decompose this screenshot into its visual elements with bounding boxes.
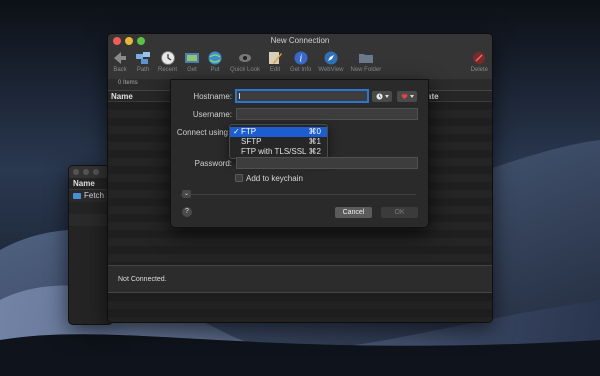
protocol-menu[interactable]: ✓ FTP ⌘0 SFTP ⌘1 FTP with TLS/SSL ⌘2 [229,124,328,159]
window-titlebar[interactable]: New Connection [108,34,492,48]
password-input[interactable] [236,157,418,169]
info-icon: i [294,51,308,65]
list-item-empty [69,214,112,226]
chevron-down-icon [384,95,389,98]
background-window-titlebar[interactable] [69,166,112,178]
recent-button[interactable]: Recent [158,50,177,73]
divider [180,194,416,195]
list-item[interactable]: Fetch S [69,190,112,202]
username-label: Username: [192,110,232,119]
menu-item-ftp[interactable]: ✓ FTP ⌘0 [230,127,327,137]
transfer-list[interactable] [108,293,492,322]
checkmark-icon: ✓ [233,127,240,136]
webview-button[interactable]: WebView [318,50,344,73]
download-icon [185,53,200,63]
close-button[interactable] [73,169,79,175]
chevron-down-icon [409,95,414,98]
shortcuts-button[interactable] [397,91,417,102]
status-bar: Not Connected. [108,265,492,293]
menu-item-ftp-tls[interactable]: FTP with TLS/SSL ⌘2 [230,147,327,157]
list-item-empty [69,202,112,214]
background-file-list: Fetch S [69,190,112,226]
background-name-header[interactable]: Name [69,178,112,190]
connect-using-label: Connect using [176,128,228,137]
new-folder-button[interactable]: New Folder [351,50,381,73]
get-info-button[interactable]: i Get Info [290,50,311,73]
compass-icon [324,51,338,65]
clock-icon [375,93,383,100]
back-button[interactable]: Back [112,50,128,73]
close-button[interactable] [113,37,121,45]
toolbar: Back Path Recent Get Put Quick Look Edit… [108,48,492,79]
eye-icon [239,54,252,62]
add-to-keychain-label: Add to keychain [246,174,303,183]
delete-icon [473,52,486,64]
pencil-icon [269,52,283,64]
svg-text:i: i [299,55,302,65]
edit-button[interactable]: Edit [267,50,283,73]
help-button[interactable]: ? [182,207,192,217]
recent-hosts-button[interactable] [372,91,392,102]
name-column-header[interactable]: Name [111,92,133,101]
password-label: Password: [194,159,232,168]
path-button[interactable]: Path [135,50,151,73]
folders-icon [136,52,150,64]
arrow-left-icon [114,52,126,64]
minimize-button[interactable] [125,37,133,45]
status-text: Not Connected. [118,276,167,283]
zoom-button[interactable] [93,169,99,175]
username-input[interactable] [236,108,418,120]
put-button[interactable]: Put [207,50,223,73]
delete-button[interactable]: Delete [471,50,488,73]
zoom-button[interactable] [137,37,145,45]
items-count: 0 Items [118,80,138,86]
minimize-button[interactable] [83,169,89,175]
shortcut-label: ⌘2 [308,147,321,156]
globe-upload-icon [208,51,222,65]
chevron-down-icon: ⌄ [183,191,190,197]
quick-look-button[interactable]: Quick Look [230,50,260,73]
folder-icon [73,193,81,199]
ok-button[interactable]: OK [381,207,418,218]
menu-item-sftp[interactable]: SFTP ⌘1 [230,137,327,147]
cancel-button[interactable]: Cancel [335,207,372,218]
clock-icon [160,51,175,65]
hostname-input[interactable] [236,90,368,102]
heart-icon [401,94,407,100]
hostname-label: Hostname: [193,92,232,101]
shortcut-label: ⌘1 [308,137,321,146]
shortcut-label: ⌘0 [308,127,321,136]
get-button[interactable]: Get [184,50,200,73]
window-title: New Connection [270,36,330,45]
add-to-keychain-checkbox[interactable] [235,174,243,182]
folder-plus-icon [358,54,373,63]
disclosure-button[interactable]: ⌄ [182,190,191,198]
